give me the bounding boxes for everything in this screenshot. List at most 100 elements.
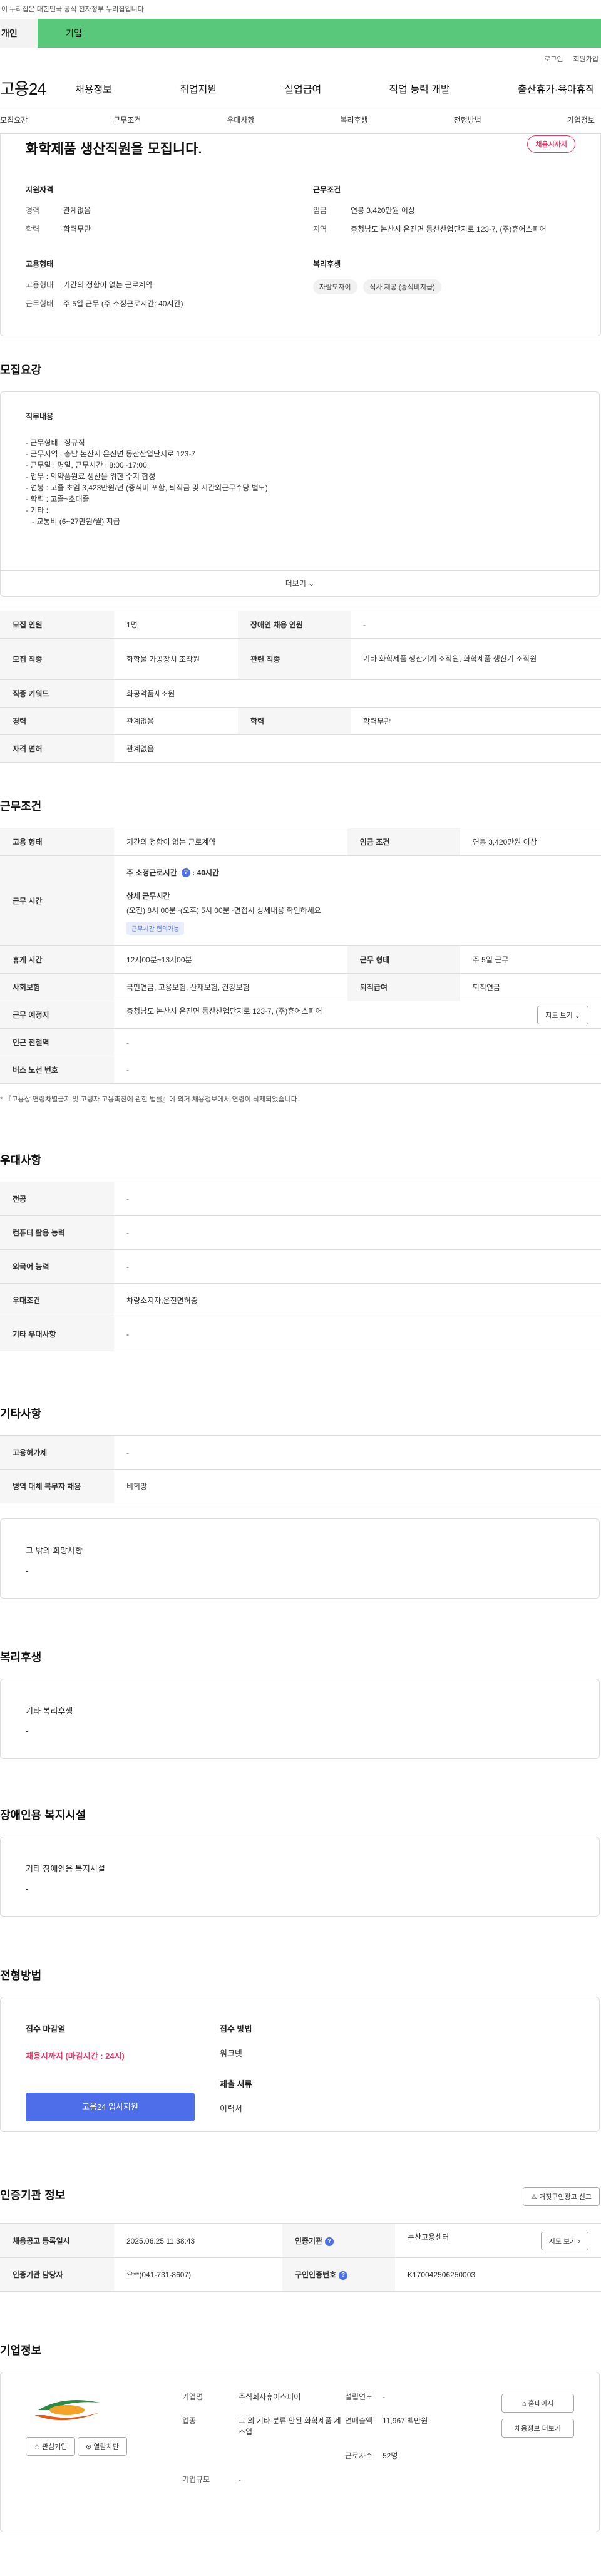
row-key: 버스 노선 번호 [0, 1056, 114, 1084]
row-value: 기간의 정함이 없는 근로계약 [114, 828, 347, 856]
tab-work-conditions[interactable]: 근무조건 [113, 115, 141, 125]
row-value: - [114, 1435, 601, 1470]
help-icon[interactable]: ? [325, 2237, 334, 2246]
area-key: 지역 [313, 225, 327, 234]
sales-value: 11,967 백만원 [383, 2416, 428, 2425]
job-summary: 화학제품 생산직원을 모집니다. 채용시까지 지원자격 경력 관계없음 학력 학력무… [0, 134, 601, 336]
row-key: 컴퓨터 활용 능력 [0, 1215, 114, 1250]
homepage-label: 홈페이지 [528, 2400, 554, 2408]
agency-map-button[interactable]: 지도 보기 › [540, 2231, 588, 2250]
tab-welfare[interactable]: 복리후생 [340, 115, 367, 125]
row-value: - [114, 1249, 601, 1284]
table-row: 사회보험 국민연금, 고용보험, 산재보험, 건강보험 퇴직급여 퇴직연금 [0, 973, 601, 1001]
tab-personal[interactable]: 개인 [0, 19, 38, 48]
row-value: 1명 [114, 611, 239, 639]
row-value: - [114, 1182, 601, 1216]
section-selection-title: 전형방법 [0, 1969, 42, 1982]
job-desc-line: - 연봉 : 고졸 초임 3,423만원/년 (중식비 포함, 퇴직금 및 시간… [26, 483, 268, 492]
gnb-employment-support[interactable]: 취업지원 [180, 81, 217, 96]
site-logo[interactable]: 고용24 [0, 76, 75, 100]
row-key: 근무 시간 [0, 855, 114, 946]
job-desc-line: - 교통비 (6~27만원/월) 지급 [26, 517, 120, 526]
type-value: 기간의 정함이 없는 근로계약 [63, 281, 153, 289]
agency-table: 채용공고 등록일시 2025.06.25 11:38:43 인증기관? 논산고용센터 지… [0, 2223, 601, 2292]
row-value: - [114, 1215, 601, 1250]
row-key: 고용허가제 [0, 1435, 114, 1470]
edu-value: 학력무관 [63, 225, 91, 234]
more-jobs-button[interactable]: 채용정보 더보기 [501, 2419, 574, 2438]
row-key: 고용 형태 [0, 828, 114, 856]
row-key: 자격 면허 [0, 734, 114, 763]
block-icon: ⊘ [86, 2443, 92, 2451]
signup-link[interactable]: 회원가입 [573, 54, 598, 64]
gnb-parental-leave[interactable]: 출산휴가·육아휴직 [518, 81, 595, 96]
table-row: 우대조건 차량소지자,운전면허증 [0, 1283, 601, 1317]
row-value: 주 5일 근무 [460, 945, 601, 974]
user-type-tabs: 개인 기업 [0, 19, 601, 48]
row-value: 12시00분~13시00분 [114, 945, 347, 974]
row-key: 기타 우대사항 [0, 1317, 114, 1351]
docs-label: 제출 서류 [220, 2079, 252, 2089]
age-note: * 『고용상 연령차별금지 및 고령자 고용촉진에 관한 법률』에 의거 채용정… [0, 1096, 299, 1103]
help-icon[interactable]: ? [339, 2270, 348, 2280]
tab-selection[interactable]: 전형방법 [454, 115, 481, 125]
deadline-badge: 채용시까지 [527, 135, 575, 153]
row-value: 관계없음 [114, 734, 601, 763]
row-value: 관계없음 [114, 707, 239, 735]
hours-value: 주 5일 근무 (주 소정근로시간: 40시간) [63, 299, 183, 308]
more-label: 더보기 [285, 579, 306, 588]
tab-company-info[interactable]: 기업정보 [567, 115, 595, 125]
tab-company[interactable]: 기업 [38, 19, 601, 48]
row-value: - [351, 611, 601, 639]
table-row: 채용공고 등록일시 2025.06.25 11:38:43 인증기관? 논산고용센터 지… [0, 2223, 601, 2258]
industry-key: 업종 [182, 2416, 197, 2425]
table-row: 기타 우대사항 - [0, 1317, 601, 1351]
row-key: 인증기관 담당자 [0, 2257, 114, 2292]
row-value: 논산고용센터 [407, 2232, 449, 2242]
welfare-label: 복리후생 [313, 260, 341, 269]
row-value: 기타 화학제품 생산기계 조작원, 화학제품 생산기 조작원 [351, 638, 601, 680]
row-value: 연봉 3,420만원 이상 [460, 828, 601, 856]
employees-value: 52명 [383, 2451, 398, 2460]
favorite-company-button[interactable]: ☆ 관심기업 [26, 2437, 76, 2456]
section-recruit-title: 모집요강 [0, 364, 42, 376]
table-row: 자격 면허 관계없음 [0, 734, 601, 763]
weekly-value: 40시간 [197, 868, 220, 877]
block-view-button[interactable]: ⊘ 열람차단 [78, 2437, 127, 2456]
row-key: 우대조건 [0, 1283, 114, 1317]
help-icon[interactable]: ? [181, 868, 190, 878]
area-value: 충청남도 논산시 은진면 동산산업단지로 123-7, (주)휴어스피어 [351, 225, 547, 234]
row-value: - [114, 1056, 601, 1084]
tab-recruit[interactable]: 모집요강 [0, 115, 28, 125]
row-key: 근무 형태 [347, 945, 460, 974]
gnb-unemployment-benefit[interactable]: 실업급여 [284, 81, 321, 96]
section-disabled-title: 장애인용 복지시설 [0, 1809, 86, 1821]
row-key: 휴게 시간 [0, 945, 114, 974]
chevron-right-icon: › [578, 2237, 580, 2245]
more-button[interactable]: 더보기 ⌄ [1, 571, 599, 596]
job-desc-line: - 학력 : 고졸~초대졸 [26, 495, 90, 503]
job-desc-line: - 근무지역 : 충남 논산시 은진면 동산산업단지로 123-7 [26, 450, 196, 458]
row-key: 채용공고 등록일시 [0, 2223, 114, 2258]
util-links: 로그인 회원가입 [0, 48, 601, 70]
apply-button[interactable]: 고용24 입사지원 [26, 2093, 195, 2121]
favorite-label: 관심기업 [41, 2443, 68, 2451]
wage-key: 임금 [313, 206, 327, 215]
table-row: 버스 노선 번호 - [0, 1056, 601, 1084]
table-row: 모집 인원 1명 장애인 채용 인원 - [0, 611, 601, 639]
gnb-job-training[interactable]: 직업 능력 개발 [389, 81, 449, 96]
other-wishes-box: 그 밖의 희망사항 - [0, 1518, 600, 1599]
map-button[interactable]: 지도 보기 ⌄ [537, 1005, 588, 1024]
gnb-jobs[interactable]: 채용정보 [75, 81, 112, 96]
company-size-key: 기업규모 [182, 2475, 210, 2484]
report-button[interactable]: ⚠ 거짓구인광고 신고 [523, 2187, 600, 2206]
homepage-button[interactable]: ⌂ 홈페이지 [501, 2394, 574, 2413]
row-value: 2025.06.25 11:38:43 [114, 2223, 282, 2258]
tab-preferences[interactable]: 우대사항 [227, 115, 254, 125]
row-key: 경력 [0, 707, 114, 735]
company-name-value: 주식회사휴어스피어 [239, 2393, 301, 2401]
chevron-down-icon: ⌄ [308, 579, 315, 588]
job-desc-line: - 업무 : 의약품원료 생산을 위한 수지 합성 [26, 472, 156, 481]
login-link[interactable]: 로그인 [544, 54, 563, 64]
table-row: 경력 관계없음 학력 학력무관 [0, 707, 601, 735]
